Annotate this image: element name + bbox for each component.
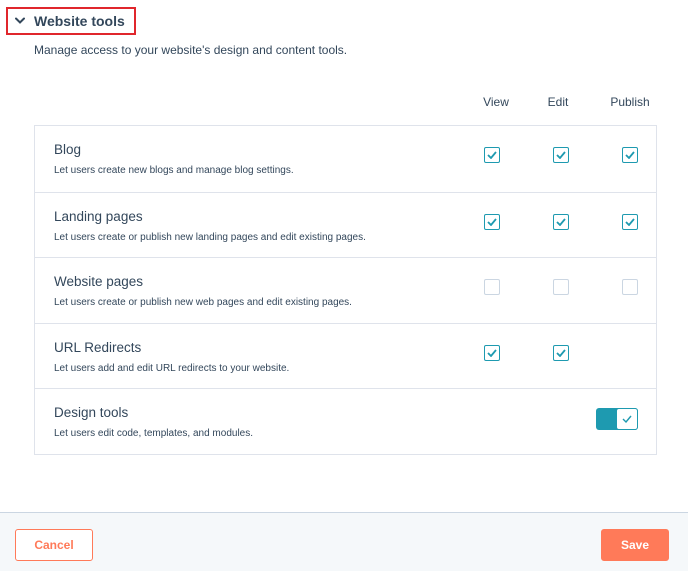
cancel-button[interactable]: Cancel [15, 529, 93, 561]
check-icon [556, 349, 566, 357]
check-icon [556, 218, 566, 226]
column-header-edit: Edit [547, 95, 569, 109]
website-pages-publish-checkbox[interactable] [622, 279, 638, 296]
row-title: Blog [54, 142, 82, 157]
permission-row-blog: Blog Let users create new blogs and mana… [35, 126, 656, 192]
row-description: Let users edit code, templates, and modu… [54, 428, 254, 440]
section-title: Website tools [34, 13, 125, 29]
design-tools-toggle[interactable] [596, 408, 638, 431]
save-button[interactable]: Save [601, 529, 669, 561]
permissions-table: Blog Let users create new blogs and mana… [34, 125, 657, 455]
check-icon [616, 408, 638, 431]
chevron-down-icon [14, 15, 26, 27]
blog-edit-checkbox[interactable] [553, 147, 569, 163]
check-icon [487, 218, 497, 226]
permission-row-website-pages: Website pages Let users create or publis… [35, 257, 656, 323]
landing-pages-view-checkbox[interactable] [484, 213, 500, 230]
permission-row-landing-pages: Landing pages Let users create or publis… [35, 191, 656, 258]
permission-row-design-tools: Design tools Let users edit code, templa… [35, 388, 656, 454]
row-description: Let users create new blogs and manage bl… [54, 165, 294, 176]
website-pages-edit-checkbox[interactable] [553, 279, 569, 296]
check-icon [625, 218, 635, 226]
row-title: URL Redirects [54, 339, 142, 355]
row-description: Let users create or publish new web page… [54, 297, 352, 309]
url-redirects-view-checkbox[interactable] [484, 344, 500, 361]
landing-pages-publish-checkbox[interactable] [622, 213, 638, 230]
blog-view-checkbox[interactable] [484, 147, 500, 163]
url-redirects-edit-checkbox[interactable] [553, 344, 569, 361]
column-header-publish: Publish [610, 95, 650, 109]
check-icon [487, 151, 497, 159]
footer-bar: Cancel Save [0, 512, 688, 571]
website-tools-section-header[interactable]: Website tools [6, 7, 136, 35]
blog-publish-checkbox[interactable] [622, 147, 638, 163]
row-title: Website pages [54, 274, 144, 290]
section-description: Manage access to your website's design a… [34, 43, 348, 57]
check-icon [487, 349, 497, 357]
check-icon [625, 151, 635, 159]
landing-pages-edit-checkbox[interactable] [553, 213, 569, 230]
row-description: Let users create or publish new landing … [54, 231, 366, 243]
website-pages-view-checkbox[interactable] [484, 279, 500, 296]
row-title: Design tools [54, 405, 129, 421]
check-icon [556, 151, 566, 159]
row-description: Let users add and edit URL redirects to … [54, 362, 290, 374]
column-header-view: View [483, 95, 509, 109]
row-title: Landing pages [54, 208, 143, 224]
permission-row-url-redirects: URL Redirects Let users add and edit URL… [35, 322, 656, 389]
